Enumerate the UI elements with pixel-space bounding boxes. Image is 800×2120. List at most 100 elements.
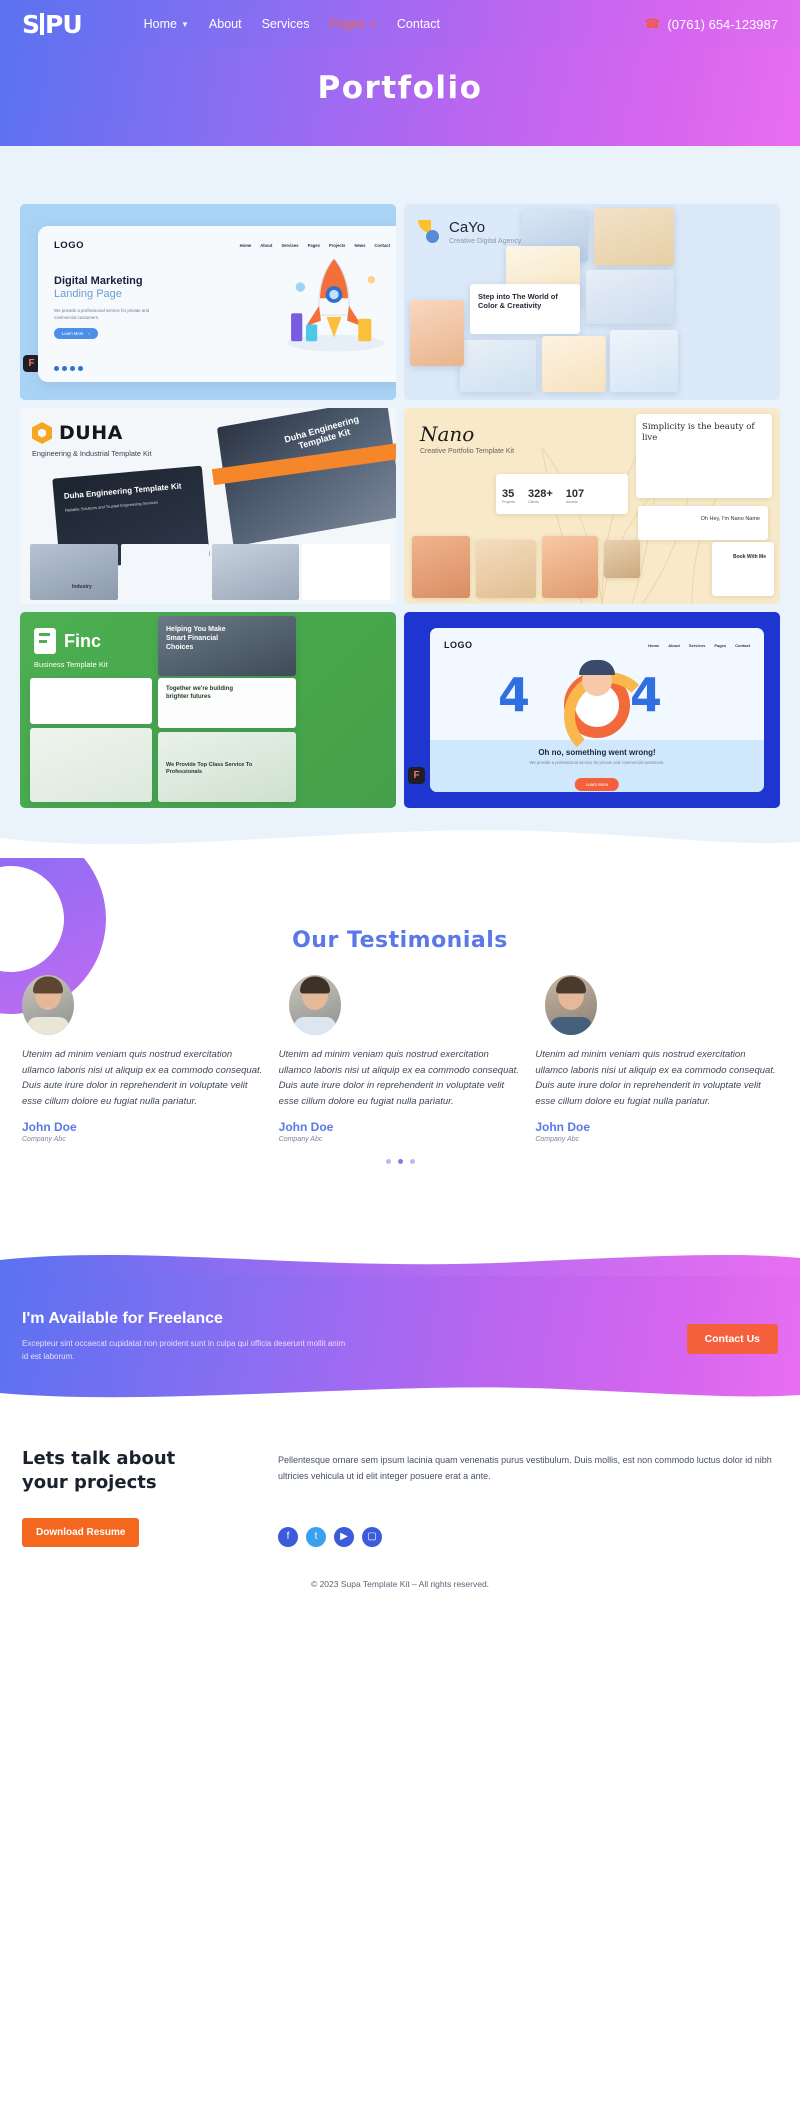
stat-label: Awards xyxy=(565,500,578,504)
nav-label: Services xyxy=(261,17,310,31)
section-title: Our Testimonials xyxy=(292,928,508,953)
pagination-dot[interactable] xyxy=(409,1158,415,1164)
nav-item-home[interactable]: Home ▼ xyxy=(144,17,189,31)
preview-thumb xyxy=(412,536,470,598)
nav-item-about[interactable]: About xyxy=(209,17,242,31)
card-preview: LOGO Home About Services Pages Projects … xyxy=(38,226,396,382)
card-sub3: We Provide Top Class Service To Professi… xyxy=(166,762,253,776)
portfolio-card-digital-marketing[interactable]: F LOGO Home About Services Pages Project… xyxy=(20,204,396,400)
chevron-down-icon: ▼ xyxy=(180,19,189,29)
testimonial-name: John Doe xyxy=(535,1119,590,1134)
portfolio-grid: F LOGO Home About Services Pages Project… xyxy=(20,204,780,808)
card-headline: Step into The World of Color & Creativit… xyxy=(478,292,558,311)
nano-cta: Book With Me xyxy=(732,554,766,560)
preview-learn-more-button[interactable]: Learn More › xyxy=(54,328,98,340)
testimonial-name: John Doe xyxy=(22,1119,77,1134)
nav-item-contact[interactable]: Contact xyxy=(397,17,440,31)
button-label: Learn More xyxy=(62,331,84,337)
portfolio-card-404[interactable]: F LOGO Home About Services Pages Contact xyxy=(404,612,780,808)
testimonial-quote: Utenim ad minim veniam quis nostrud exer… xyxy=(278,1049,519,1108)
cta-bottom-wave xyxy=(0,1387,800,1404)
nav-label: About xyxy=(208,17,242,31)
freelance-title: I'm Available for Freelance xyxy=(22,1309,223,1327)
avatar xyxy=(545,975,598,1035)
portfolio-card-nano[interactable]: Nano Creative Portfolio Template Kit Sim… xyxy=(404,408,780,604)
card-body: We provide a professional service for pr… xyxy=(54,308,150,321)
footer-heading-line2: your projects xyxy=(22,1472,157,1494)
card-title: Nano xyxy=(420,422,475,446)
preview-nav-link: Pages xyxy=(714,642,727,648)
twitter-icon[interactable]: t xyxy=(306,1526,326,1547)
site-logo[interactable]: S PU xyxy=(22,9,83,39)
cayo-logo-icon xyxy=(418,220,442,244)
arrow-right-icon: › xyxy=(88,331,90,337)
preview-nav-link: Contact xyxy=(735,642,750,648)
preview-thumb xyxy=(460,340,536,392)
card-quote: Simplicity is the beauty of live xyxy=(642,422,755,444)
duha-thumbnail-strip xyxy=(30,544,390,600)
copyright: © 2023 Supa Template Kit – All rights re… xyxy=(0,1562,800,1607)
card-title: DUHA xyxy=(59,422,123,444)
testimonial-company: Company Abc xyxy=(22,1135,66,1143)
testimonial-company: Company Abc xyxy=(278,1135,323,1143)
portfolio-card-cayo[interactable]: CaYo Creative Digital Agency Step into T… xyxy=(404,204,780,400)
preview-nav-link: About xyxy=(668,642,680,648)
logo-text-s: S xyxy=(22,9,40,39)
nano-stats: 35 Projects 328+ Clients 107 Awards xyxy=(502,488,584,504)
footer-paragraph: Pellentesque ornare sem ipsum lacinia qu… xyxy=(278,1455,772,1481)
preview-thumb xyxy=(586,270,674,324)
nav-label: Home xyxy=(143,17,177,31)
stat-item: 328+ Clients xyxy=(528,488,553,504)
preview-thumb xyxy=(410,300,464,366)
testimonial-pagination[interactable] xyxy=(22,1158,778,1164)
testimonial-card: Utenim ad minim veniam quis nostrud exer… xyxy=(279,975,522,1143)
nav-item-pages[interactable]: Pages ▼ xyxy=(330,17,377,31)
contact-us-button[interactable]: Contact Us xyxy=(686,1323,778,1354)
preview-thumb xyxy=(542,336,606,392)
preview-thumb xyxy=(594,208,674,266)
preview-nav-link: Home xyxy=(239,243,252,248)
footer-heading: Lets talk about your projects xyxy=(22,1447,252,1496)
testimonial-quote: Utenim ad minim veniam quis nostrud exer… xyxy=(22,1049,263,1108)
freelance-section: I'm Available for Freelance Excepteur si… xyxy=(0,1250,800,1404)
avatar xyxy=(22,975,74,1035)
figma-icon: F xyxy=(408,767,425,784)
stat-item: 107 Awards xyxy=(566,488,584,504)
testimonial-card: Utenim ad minim veniam quis nostrud exer… xyxy=(22,975,265,1143)
nav-label: Pages xyxy=(329,17,365,31)
rocket-illustration xyxy=(287,258,385,352)
preview-navbar: LOGO Home About Services Pages Contact xyxy=(444,640,750,650)
card-subtitle: Business Template Kit xyxy=(34,660,108,669)
stat-value: 35 xyxy=(502,488,515,500)
error-learn-more-button[interactable]: Learn More xyxy=(574,778,620,791)
instagram-icon[interactable]: ▢ xyxy=(362,1526,382,1547)
header-phone[interactable]: ☎ (0761) 654-123987 xyxy=(644,16,778,32)
card-headline: Helping You Make Smart Financial Choices xyxy=(166,626,226,651)
chevron-down-icon: ▼ xyxy=(368,19,377,29)
phone-icon: ☎ xyxy=(644,16,661,31)
card-subtitle: Engineering & Industrial Template Kit xyxy=(32,449,152,458)
stat-value: 107 xyxy=(565,488,585,500)
avatar xyxy=(288,975,341,1035)
hero-banner: Portfolio xyxy=(0,46,800,146)
portfolio-wave-divider xyxy=(0,830,800,858)
testimonial-name: John Doe xyxy=(278,1119,334,1134)
testimonial-card: Utenim ad minim veniam quis nostrud exer… xyxy=(535,975,778,1143)
nav-item-services[interactable]: Services xyxy=(262,17,310,31)
pagination-dot[interactable] xyxy=(385,1158,391,1164)
cta-top-wave xyxy=(0,1254,800,1276)
card-subtitle: Creative Digital Agency xyxy=(449,238,522,245)
preview-nav-link: Services xyxy=(688,642,706,648)
download-resume-button[interactable]: Download Resume xyxy=(22,1517,140,1547)
nav-label: Contact xyxy=(396,17,440,31)
main-navigation: Home ▼ About Services Pages ▼ Contact xyxy=(144,17,440,31)
thumb xyxy=(30,544,118,600)
youtube-icon[interactable]: ▶ xyxy=(334,1526,354,1547)
portfolio-card-duha[interactable]: Duha Engineering Template Kit Duha Engin… xyxy=(20,408,396,604)
portfolio-card-finc[interactable]: Finc Business Template Kit Helping You M… xyxy=(20,612,396,808)
testimonials-grid: Utenim ad minim veniam quis nostrud exer… xyxy=(22,975,778,1143)
facebook-icon[interactable]: f xyxy=(278,1526,298,1547)
pagination-dot-active[interactable] xyxy=(397,1158,403,1164)
preview-nav-links: Home About Services Pages Contact xyxy=(648,643,750,648)
cayo-headline-card: Step into The World of Color & Creativit… xyxy=(470,284,580,334)
